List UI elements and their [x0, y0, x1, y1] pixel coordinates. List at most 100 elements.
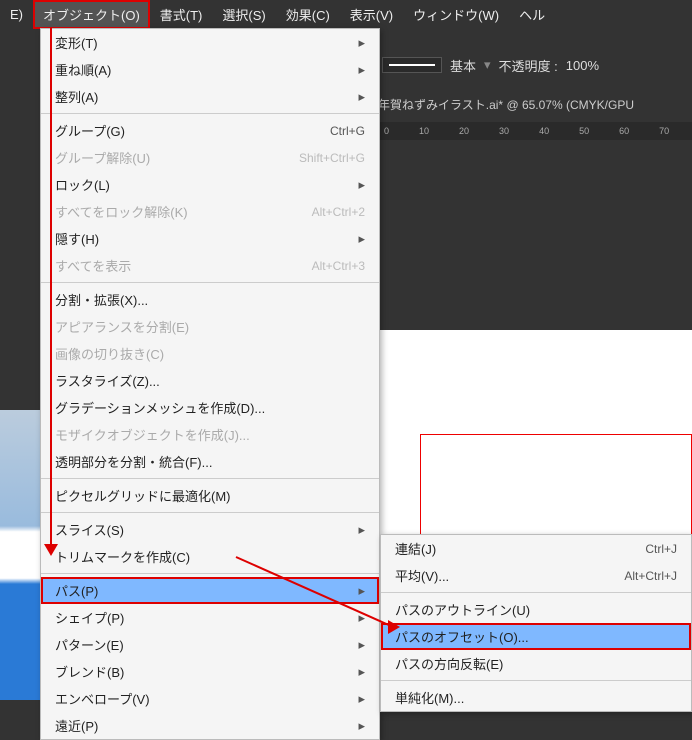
menu-item-shortcut: Alt+Ctrl+J — [624, 569, 677, 583]
menu-item[interactable]: トリムマークを作成(C) — [41, 543, 379, 570]
menu-item: モザイクオブジェクトを作成(J)... — [41, 421, 379, 448]
menu-item[interactable]: グループ(G) Ctrl+G — [41, 117, 379, 144]
stroke-preview[interactable] — [382, 57, 442, 73]
menu-item-label: パスのオフセット(O)... — [395, 627, 529, 646]
menu-item-label: 隠す(H) — [55, 229, 99, 248]
chevron-right-icon: ▸ — [358, 35, 365, 51]
menu-item[interactable]: 分割・拡張(X)... — [41, 286, 379, 313]
menu-item[interactable]: ピクセルグリッドに最適化(M) — [41, 482, 379, 509]
menubar-item[interactable]: 表示(V) — [340, 0, 403, 29]
chevron-right-icon: ▸ — [358, 664, 365, 680]
menu-item[interactable]: パスのオフセット(O)... — [381, 623, 691, 650]
menu-item[interactable]: グラデーションメッシュを作成(D)... — [41, 394, 379, 421]
chevron-right-icon: ▸ — [358, 718, 365, 734]
menu-item[interactable]: 整列(A) ▸ — [41, 83, 379, 110]
menu-item-label: パターン(E) — [55, 635, 124, 654]
menu-item: アピアランスを分割(E) — [41, 313, 379, 340]
menu-item: 画像の切り抜き(C) — [41, 340, 379, 367]
background-image-fragment — [0, 410, 40, 700]
menu-item[interactable]: スライス(S) ▸ — [41, 516, 379, 543]
opacity-value[interactable]: 100% — [566, 58, 599, 73]
menu-item-label: エンベロープ(V) — [55, 689, 150, 708]
menu-item-label: 遠近(P) — [55, 716, 98, 735]
menu-item-shortcut: Ctrl+G — [330, 124, 365, 138]
chevron-right-icon: ▸ — [358, 583, 365, 599]
menu-item[interactable]: ラスタライズ(Z)... — [41, 367, 379, 394]
menubar-item[interactable]: オブジェクト(O) — [33, 0, 150, 29]
menu-item[interactable]: ブレンド(B) ▸ — [41, 658, 379, 685]
menu-item[interactable]: パターン(E) ▸ — [41, 631, 379, 658]
menu-item[interactable]: ロック(L) ▸ — [41, 171, 379, 198]
menu-item[interactable]: エンベロープ(V) ▸ — [41, 685, 379, 712]
menu-item: グループ解除(U) Shift+Ctrl+G — [41, 144, 379, 171]
opacity-label: 不透明度 : — [499, 56, 558, 75]
menu-item-label: スライス(S) — [55, 520, 124, 539]
menu-item[interactable]: 隠す(H) ▸ — [41, 225, 379, 252]
menu-item-shortcut: Alt+Ctrl+2 — [312, 205, 365, 219]
menubar[interactable]: E)オブジェクト(O)書式(T)選択(S)効果(C)表示(V)ウィンドウ(W)ヘ… — [0, 0, 692, 28]
menu-item[interactable]: 遠近(P) ▸ — [41, 712, 379, 739]
chevron-right-icon: ▸ — [358, 691, 365, 707]
annotation-arrowhead-2 — [388, 620, 400, 634]
menu-item-label: ロック(L) — [55, 175, 110, 194]
document-tab[interactable]: 年賀ねずみイラスト.ai* @ 65.07% (CMYK/GPU — [378, 96, 634, 113]
menu-item-shortcut: Shift+Ctrl+G — [299, 151, 365, 165]
annotation-arrowhead — [44, 544, 58, 556]
menu-item[interactable]: パス(P) ▸ — [41, 577, 379, 604]
chevron-right-icon: ▸ — [358, 177, 365, 193]
menu-item[interactable]: 変形(T) ▸ — [41, 29, 379, 56]
chevron-right-icon: ▸ — [358, 637, 365, 653]
ruler: 01020304050607080 — [378, 122, 692, 140]
menu-item[interactable]: 平均(V)...Alt+Ctrl+J — [381, 562, 691, 589]
menu-item-label: ブレンド(B) — [55, 662, 124, 681]
menu-item-label: シェイプ(P) — [55, 608, 124, 627]
menu-item-label: 分割・拡張(X)... — [55, 290, 148, 309]
object-menu[interactable]: 変形(T) ▸ 重ね順(A) ▸ 整列(A) ▸ グループ(G) Ctrl+G グループ解除(U… — [40, 28, 380, 740]
menu-item-label: トリムマークを作成(C) — [55, 547, 190, 566]
menubar-item[interactable]: E) — [0, 2, 33, 27]
menu-item-label: グループ(G) — [55, 121, 125, 140]
menubar-item[interactable]: ヘル — [509, 0, 555, 29]
menu-item[interactable]: パスのアウトライン(U) — [381, 596, 691, 623]
menu-item[interactable]: 重ね順(A) ▸ — [41, 56, 379, 83]
menu-item[interactable]: 連結(J) Ctrl+J — [381, 535, 691, 562]
menu-item-label: アピアランスを分割(E) — [55, 317, 189, 336]
menu-item-label: パスの方向反転(E) — [395, 654, 503, 673]
stroke-style-label[interactable]: 基本 — [450, 56, 476, 75]
menu-item-label: 画像の切り抜き(C) — [55, 344, 164, 363]
menu-item-label: 変形(T) — [55, 33, 98, 52]
menu-item-label: モザイクオブジェクトを作成(J)... — [55, 425, 250, 444]
menu-item-label: 透明部分を分割・統合(F)... — [55, 452, 212, 471]
menu-item-label: グループ解除(U) — [55, 148, 150, 167]
menu-item-shortcut: Alt+Ctrl+3 — [312, 259, 365, 273]
chevron-right-icon: ▸ — [358, 62, 365, 78]
menu-item-label: ラスタライズ(Z)... — [55, 371, 160, 390]
menu-item-shortcut: Ctrl+J — [645, 542, 677, 556]
menubar-item[interactable]: 効果(C) — [276, 0, 340, 29]
chevron-right-icon: ▸ — [358, 231, 365, 247]
menubar-item[interactable]: ウィンドウ(W) — [403, 0, 509, 29]
menu-item[interactable]: 透明部分を分割・統合(F)... — [41, 448, 379, 475]
menu-item[interactable]: シェイプ(P)▸ — [41, 604, 379, 631]
menubar-item[interactable]: 選択(S) — [212, 0, 275, 29]
menu-item-label: すべてを表示 — [55, 256, 131, 275]
menubar-item[interactable]: 書式(T) — [150, 0, 213, 29]
menu-item[interactable]: 単純化(M)... — [381, 684, 691, 711]
menu-item-label: パス(P) — [55, 581, 98, 600]
menu-item: すべてをロック解除(K) Alt+Ctrl+2 — [41, 198, 379, 225]
menu-item-label: ピクセルグリッドに最適化(M) — [55, 486, 231, 505]
menu-item-label: すべてをロック解除(K) — [55, 202, 188, 221]
menu-item[interactable]: パスの方向反転(E) — [381, 650, 691, 677]
options-bar: 基本 ▾ 不透明度 : 100% — [382, 50, 692, 80]
menu-item-label: 単純化(M)... — [395, 688, 464, 707]
menu-item-label: パスのアウトライン(U) — [395, 600, 530, 619]
menu-item-label: 重ね順(A) — [55, 60, 111, 79]
menu-item-label: グラデーションメッシュを作成(D)... — [55, 398, 265, 417]
annotation-arrow-line — [50, 28, 52, 544]
path-submenu[interactable]: 連結(J) Ctrl+J 平均(V)...Alt+Ctrl+J パスのアウトライン(U… — [380, 534, 692, 712]
menu-item: すべてを表示 Alt+Ctrl+3 — [41, 252, 379, 279]
menu-item-label: 整列(A) — [55, 87, 98, 106]
chevron-right-icon: ▸ — [358, 89, 365, 105]
menu-item-label: 連結(J) — [395, 539, 436, 558]
chevron-right-icon: ▸ — [358, 522, 365, 538]
